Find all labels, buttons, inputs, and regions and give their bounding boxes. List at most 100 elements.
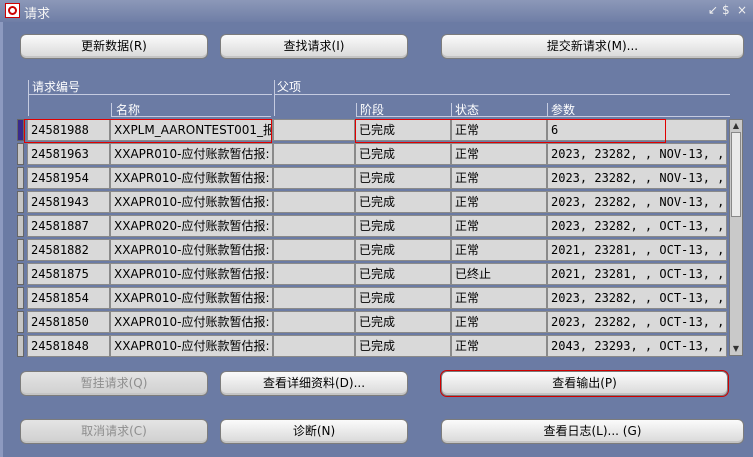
row-indicator[interactable] (17, 167, 24, 189)
cell-parent[interactable] (273, 143, 355, 165)
cell-phase[interactable]: 已完成 (355, 119, 451, 141)
cell-name[interactable]: XXAPR010-应付账款暂估报: (110, 167, 273, 189)
cell-request-id[interactable]: 24581850 (27, 311, 110, 333)
find-request-button[interactable]: 查找请求(I) (220, 34, 408, 59)
cell-parent[interactable] (273, 311, 355, 333)
table-scrollbar[interactable]: ▲ ▼ (729, 119, 743, 356)
cell-params[interactable]: 2021, 23281, , OCT-13, , 2 (547, 263, 727, 285)
cell-status[interactable]: 正常 (451, 287, 547, 309)
row-indicator[interactable] (17, 311, 24, 333)
cell-phase[interactable]: 已完成 (355, 287, 451, 309)
cell-params[interactable]: 2021, 23281, , OCT-13, , 2 (547, 239, 727, 261)
refresh-button[interactable]: 更新数据(R) (20, 34, 208, 59)
header-divider (356, 116, 730, 117)
cancel-request-button[interactable]: 取消请求(C) (20, 419, 208, 444)
view-details-button[interactable]: 查看详细资料(D)... (220, 371, 408, 396)
scroll-thumb[interactable] (731, 132, 741, 217)
table-row[interactable]: 24581943 XXAPR010-应付账款暂估报: 已完成 正常 2023, 2328… (17, 191, 729, 213)
close-icon[interactable]: × (737, 3, 747, 17)
row-indicator[interactable] (17, 263, 24, 285)
cell-parent[interactable] (273, 335, 355, 357)
view-log-button[interactable]: 查看日志(L)... (G) (441, 419, 744, 444)
cell-phase[interactable]: 已完成 (355, 263, 451, 285)
row-indicator[interactable] (17, 143, 24, 165)
cell-status[interactable]: 正常 (451, 143, 547, 165)
maximize-icon[interactable]: $ (722, 3, 730, 17)
cell-params[interactable]: 2023, 23282, , NOV-13, , 2 (547, 167, 727, 189)
cell-parent[interactable] (273, 263, 355, 285)
cell-phase[interactable]: 已完成 (355, 239, 451, 261)
cell-name[interactable]: XXAPR010-应付账款暂估报: (110, 335, 273, 357)
cell-params[interactable]: 6 (547, 119, 727, 141)
view-output-button[interactable]: 查看输出(P) (440, 370, 729, 397)
minimize-icon[interactable]: ↙ (708, 3, 718, 17)
cell-phase[interactable]: 已完成 (355, 335, 451, 357)
row-indicator[interactable] (17, 215, 24, 237)
cell-parent[interactable] (273, 119, 355, 141)
cell-name[interactable]: XXAPR010-应付账款暂估报: (110, 263, 273, 285)
header-divider (28, 80, 29, 116)
cell-status[interactable]: 已终止 (451, 263, 547, 285)
cell-name[interactable]: XXAPR010-应付账款暂估报: (110, 239, 273, 261)
cell-phase[interactable]: 已完成 (355, 311, 451, 333)
row-indicator[interactable] (17, 191, 24, 213)
cell-request-id[interactable]: 24581954 (27, 167, 110, 189)
cell-params[interactable]: 2023, 23282, , OCT-13, , 2 (547, 215, 727, 237)
cell-request-id[interactable]: 24581943 (27, 191, 110, 213)
cell-request-id[interactable]: 24581887 (27, 215, 110, 237)
cell-name[interactable]: XXAPR020-应付账款暂估报: (110, 215, 273, 237)
header-divider (356, 103, 357, 117)
cell-request-id[interactable]: 24581988 (27, 119, 110, 141)
hold-request-button[interactable]: 暂挂请求(Q) (20, 371, 208, 396)
submit-new-request-button[interactable]: 提交新请求(M)... (441, 34, 744, 59)
cell-phase[interactable]: 已完成 (355, 167, 451, 189)
cell-status[interactable]: 正常 (451, 167, 547, 189)
cell-phase[interactable]: 已完成 (355, 191, 451, 213)
cell-name[interactable]: XXPLM_AARONTEST001_报表 (110, 119, 273, 141)
cell-status[interactable]: 正常 (451, 119, 547, 141)
cell-request-id[interactable]: 24581848 (27, 335, 110, 357)
cell-phase[interactable]: 已完成 (355, 215, 451, 237)
scroll-down-icon[interactable]: ▼ (731, 343, 741, 355)
row-indicator[interactable] (17, 335, 24, 357)
cell-name[interactable]: XXAPR010-应付账款暂估报: (110, 191, 273, 213)
cell-status[interactable]: 正常 (451, 215, 547, 237)
cell-status[interactable]: 正常 (451, 191, 547, 213)
cell-status[interactable]: 正常 (451, 335, 547, 357)
cell-parent[interactable] (273, 191, 355, 213)
cell-name[interactable]: XXAPR010-应付账款暂估报: (110, 311, 273, 333)
table-row[interactable]: 24581854 XXAPR010-应付账款暂估报: 已完成 正常 2023, 2328… (17, 287, 729, 309)
table-row[interactable]: 24581963 XXAPR010-应付账款暂估报: 已完成 正常 2023, 2328… (17, 143, 729, 165)
cell-request-id[interactable]: 24581963 (27, 143, 110, 165)
cell-params[interactable]: 2023, 23282, , NOV-13, , 2 (547, 143, 727, 165)
cell-status[interactable]: 正常 (451, 311, 547, 333)
cell-params[interactable]: 2023, 23282, , OCT-13, , 2 (547, 311, 727, 333)
table-row[interactable]: 24581875 XXAPR010-应付账款暂估报: 已完成 已终止 2021, 232… (17, 263, 729, 285)
table-row[interactable]: 24581848 XXAPR010-应付账款暂估报: 已完成 正常 2043, 2329… (17, 335, 729, 357)
cell-name[interactable]: XXAPR010-应付账款暂估报: (110, 143, 273, 165)
scroll-up-icon[interactable]: ▲ (731, 120, 741, 132)
row-indicator[interactable] (17, 239, 24, 261)
row-indicator[interactable] (17, 287, 24, 309)
cell-phase[interactable]: 已完成 (355, 143, 451, 165)
cell-status[interactable]: 正常 (451, 239, 547, 261)
cell-params[interactable]: 2023, 23282, , NOV-13, , 2 (547, 191, 727, 213)
row-indicator[interactable] (17, 119, 24, 141)
table-row[interactable]: 24581850 XXAPR010-应付账款暂估报: 已完成 正常 2023, 2328… (17, 311, 729, 333)
cell-request-id[interactable]: 24581882 (27, 239, 110, 261)
cell-parent[interactable] (273, 215, 355, 237)
table-row[interactable]: 24581882 XXAPR010-应付账款暂估报: 已完成 正常 2021, 2328… (17, 239, 729, 261)
table-row[interactable]: 24581954 XXAPR010-应付账款暂估报: 已完成 正常 2023, 2328… (17, 167, 729, 189)
cell-request-id[interactable]: 24581854 (27, 287, 110, 309)
cell-params[interactable]: 2043, 23293, , OCT-13, , 2 (547, 335, 727, 357)
diagnose-button[interactable]: 诊断(N) (220, 419, 408, 444)
cell-request-id[interactable]: 24581875 (27, 263, 110, 285)
table-row[interactable]: 24581887 XXAPR020-应付账款暂估报: 已完成 正常 2023, 2328… (17, 215, 729, 237)
cell-parent[interactable] (273, 287, 355, 309)
cell-parent[interactable] (273, 239, 355, 261)
table-row[interactable]: 24581988 XXPLM_AARONTEST001_报表 已完成 正常 6 (17, 119, 729, 141)
cell-params[interactable]: 2023, 23282, , OCT-13, , 2 (547, 287, 727, 309)
cell-parent[interactable] (273, 167, 355, 189)
cell-name[interactable]: XXAPR010-应付账款暂估报: (110, 287, 273, 309)
window-title: 请求 (24, 7, 51, 22)
